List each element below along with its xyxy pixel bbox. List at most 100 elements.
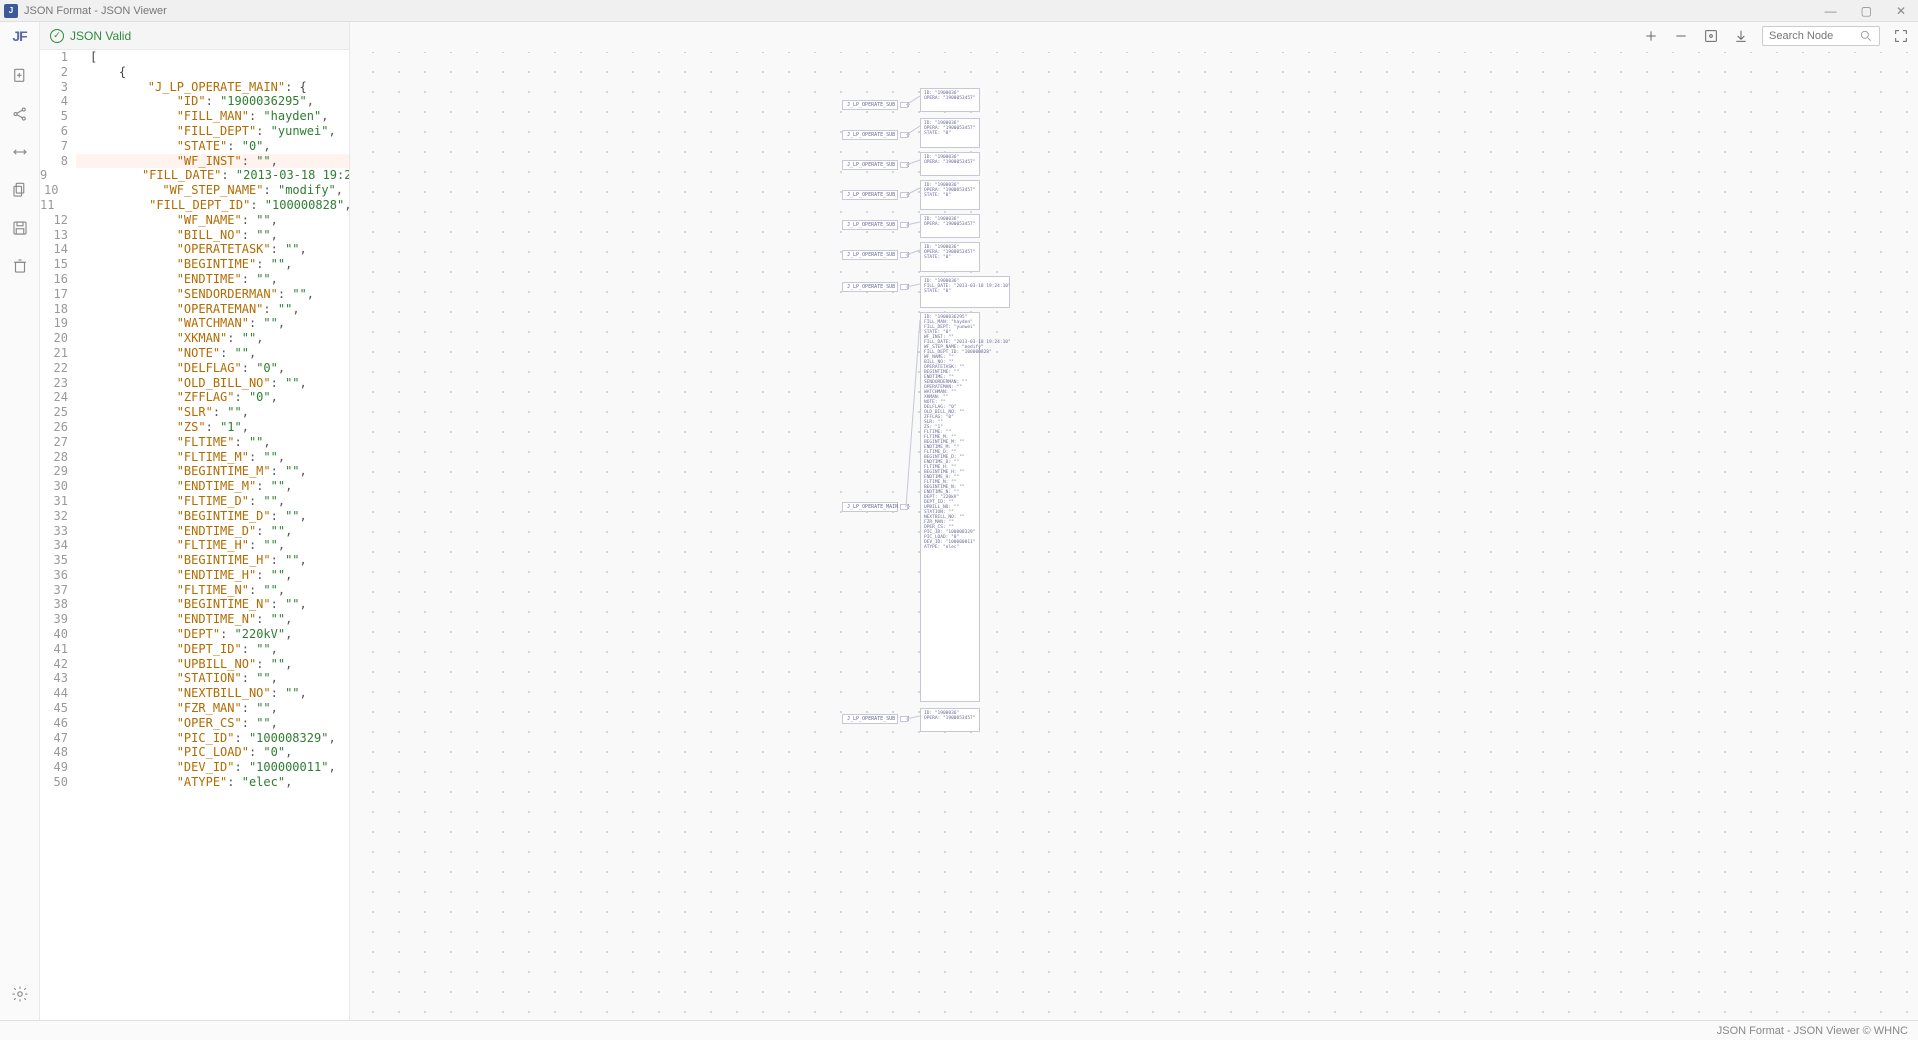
close-button[interactable]: ✕ <box>1896 4 1906 18</box>
node-port[interactable] <box>900 716 908 722</box>
save-icon[interactable] <box>8 216 32 240</box>
code-line[interactable]: 49 "DEV_ID": "100000011", <box>40 760 349 775</box>
graph-label-node[interactable]: J_LP_OPERATE_SUB {5} <box>842 282 898 292</box>
line-number: 38 <box>40 597 76 612</box>
code-line[interactable]: 18 "OPERATEMAN": "", <box>40 302 349 317</box>
code-line[interactable]: 42 "UPBILL_NO": "", <box>40 657 349 672</box>
code-line[interactable]: 2 { <box>40 65 349 80</box>
code-line[interactable]: 1[ <box>40 50 349 65</box>
toggle-width-icon[interactable] <box>8 140 32 164</box>
node-port[interactable] <box>900 192 908 198</box>
code-line[interactable]: 3 "J_LP_OPERATE_MAIN": { <box>40 80 349 95</box>
graph-data-node[interactable]: ID: "1900036" OPERA: "1900053457" <box>920 214 980 238</box>
code-editor[interactable]: 1[2 {3 "J_LP_OPERATE_MAIN": {4 "ID": "19… <box>40 50 349 1020</box>
graph-label-node[interactable]: J_LP_OPERATE_SUB {5} <box>842 714 898 724</box>
code-line[interactable]: 14 "OPERATETASK": "", <box>40 242 349 257</box>
node-port[interactable] <box>900 252 908 258</box>
code-line[interactable]: 38 "BEGINTIME_N": "", <box>40 597 349 612</box>
code-line[interactable]: 36 "ENDTIME_H": "", <box>40 568 349 583</box>
graph-data-node[interactable]: ID: "1900036" OPERA: "1900053457" <box>920 708 980 732</box>
code-line[interactable]: 6 "FILL_DEPT": "yunwei", <box>40 124 349 139</box>
code-line[interactable]: 31 "FLTIME_D": "", <box>40 494 349 509</box>
new-file-icon[interactable] <box>8 64 32 88</box>
graph-data-node[interactable]: ID: "1900036" FILL_DATE: "2013-03-18 19:… <box>920 276 1010 308</box>
code-line[interactable]: 44 "NEXTBILL_NO": "", <box>40 686 349 701</box>
code-line[interactable]: 10 "WF_STEP_NAME": "modify", <box>40 183 349 198</box>
code-line[interactable]: 40 "DEPT": "220kV", <box>40 627 349 642</box>
node-port[interactable] <box>900 102 908 108</box>
graph-label-node[interactable]: J_LP_OPERATE_SUB {5} <box>842 160 898 170</box>
zoom-out-icon[interactable] <box>1672 27 1690 45</box>
search-box[interactable] <box>1762 26 1880 46</box>
graph-data-node[interactable]: ID: "1900036295" FILL_MAN: "hayden" FILL… <box>920 312 980 702</box>
code-line[interactable]: 41 "DEPT_ID": "", <box>40 642 349 657</box>
copy-icon[interactable] <box>8 178 32 202</box>
graph-label-node[interactable]: J_LP_OPERATE_SUB {5} <box>842 100 898 110</box>
graph-data-node[interactable]: ID: "1900036" OPERA: "1900053457" STATE:… <box>920 180 980 210</box>
graph-label-node[interactable]: J_LP_OPERATE_SUB {5} <box>842 190 898 200</box>
code-line[interactable]: 39 "ENDTIME_N": "", <box>40 612 349 627</box>
code-line[interactable]: 33 "ENDTIME_D": "", <box>40 524 349 539</box>
code-line[interactable]: 32 "BEGINTIME_D": "", <box>40 509 349 524</box>
code-line[interactable]: 29 "BEGINTIME_M": "", <box>40 464 349 479</box>
code-line[interactable]: 9 "FILL_DATE": "2013-03-18 19:24:10", <box>40 168 349 183</box>
code-line[interactable]: 15 "BEGINTIME": "", <box>40 257 349 272</box>
zoom-in-icon[interactable] <box>1642 27 1660 45</box>
code-line[interactable]: 30 "ENDTIME_M": "", <box>40 479 349 494</box>
code-line[interactable]: 5 "FILL_MAN": "hayden", <box>40 109 349 124</box>
code-line[interactable]: 26 "ZS": "1", <box>40 420 349 435</box>
graph-data-node[interactable]: ID: "1900036" OPERA: "1900053457" <box>920 88 980 112</box>
code-line[interactable]: 12 "WF_NAME": "", <box>40 213 349 228</box>
code-line[interactable]: 35 "BEGINTIME_H": "", <box>40 553 349 568</box>
fit-screen-icon[interactable] <box>1702 27 1720 45</box>
settings-icon[interactable] <box>8 982 32 1006</box>
download-icon[interactable] <box>1732 27 1750 45</box>
code-line[interactable]: 34 "FLTIME_H": "", <box>40 538 349 553</box>
code-line[interactable]: 16 "ENDTIME": "", <box>40 272 349 287</box>
code-line[interactable]: 37 "FLTIME_N": "", <box>40 583 349 598</box>
code-line[interactable]: 8 "WF_INST": "", <box>40 154 349 169</box>
code-line[interactable]: 48 "PIC_LOAD": "0", <box>40 745 349 760</box>
code-line[interactable]: 43 "STATION": "", <box>40 671 349 686</box>
share-icon[interactable] <box>8 102 32 126</box>
search-icon[interactable] <box>1859 29 1873 43</box>
line-number: 27 <box>40 435 76 450</box>
node-port[interactable] <box>900 222 908 228</box>
node-port[interactable] <box>900 504 908 510</box>
node-port[interactable] <box>900 284 908 290</box>
code-line[interactable]: 24 "ZFFLAG": "0", <box>40 390 349 405</box>
code-line[interactable]: 25 "SLR": "", <box>40 405 349 420</box>
minimize-button[interactable]: — <box>1825 4 1837 18</box>
fullscreen-icon[interactable] <box>1892 27 1910 45</box>
code-line[interactable]: 27 "FLTIME": "", <box>40 435 349 450</box>
trash-icon[interactable] <box>8 254 32 278</box>
code-line[interactable]: 7 "STATE": "0", <box>40 139 349 154</box>
graph-canvas[interactable]: J_LP_OPERATE_SUB {5} J_LP_OPERATE_SUB {5}… <box>350 52 1918 1020</box>
code-line[interactable]: 22 "DELFLAG": "0", <box>40 361 349 376</box>
code-line[interactable]: 45 "FZR_MAN": "", <box>40 701 349 716</box>
code-line[interactable]: 4 "ID": "1900036295", <box>40 94 349 109</box>
graph-label-node[interactable]: J_LP_OPERATE_SUB {5} <box>842 130 898 140</box>
code-line[interactable]: 17 "SENDORDERMAN": "", <box>40 287 349 302</box>
graph-label-node[interactable]: J_LP_OPERATE_SUB {5} <box>842 220 898 230</box>
code-line[interactable]: 50 "ATYPE": "elec", <box>40 775 349 790</box>
code-line[interactable]: 19 "WATCHMAN": "", <box>40 316 349 331</box>
node-port[interactable] <box>900 162 908 168</box>
code-line[interactable]: 46 "OPER_CS": "", <box>40 716 349 731</box>
code-line[interactable]: 20 "XKMAN": "", <box>40 331 349 346</box>
search-input[interactable] <box>1769 30 1859 42</box>
graph-data-node[interactable]: ID: "1900036" OPERA: "1900053457" STATE:… <box>920 242 980 272</box>
graph-label-node[interactable]: J_LP_OPERATE_MAIN {9} <box>842 502 898 512</box>
graph-data-node[interactable]: ID: "1900036" OPERA: "1900053457" STATE:… <box>920 118 980 148</box>
code-line[interactable]: 47 "PIC_ID": "100008329", <box>40 731 349 746</box>
code-line[interactable]: 21 "NOTE": "", <box>40 346 349 361</box>
code-line[interactable]: 23 "OLD_BILL_NO": "", <box>40 376 349 391</box>
line-number: 46 <box>40 716 76 731</box>
node-port[interactable] <box>900 132 908 138</box>
maximize-button[interactable]: ▢ <box>1861 4 1872 18</box>
graph-label-node[interactable]: J_LP_OPERATE_SUB {5} <box>842 250 898 260</box>
code-line[interactable]: 11 "FILL_DEPT_ID": "100000828", <box>40 198 349 213</box>
code-line[interactable]: 13 "BILL_NO": "", <box>40 228 349 243</box>
graph-data-node[interactable]: ID: "1900036" OPERA: "1900053457" <box>920 152 980 176</box>
code-line[interactable]: 28 "FLTIME_M": "", <box>40 450 349 465</box>
